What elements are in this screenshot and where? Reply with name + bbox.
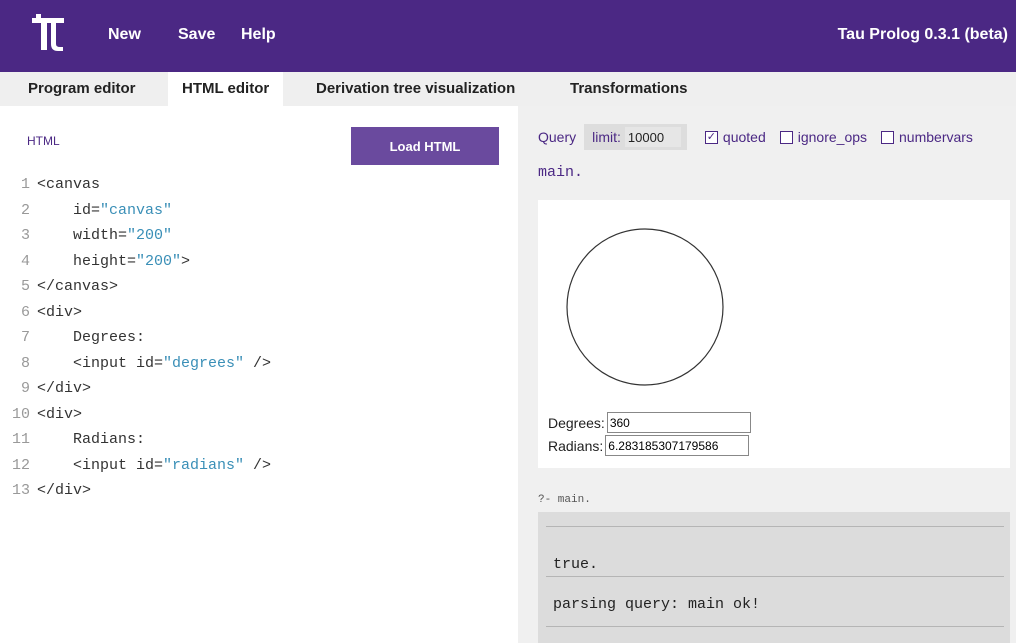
option-ignore-ops[interactable]: ignore_ops: [779, 129, 868, 145]
tab-html-editor[interactable]: HTML editor: [168, 72, 284, 106]
code-string: "radians": [163, 456, 245, 474]
code-text: Degrees:: [37, 329, 146, 346]
tab-program-editor[interactable]: Program editor: [14, 72, 150, 106]
answer-divider: [546, 576, 1004, 577]
degrees-label: Degrees:: [548, 414, 605, 431]
quoted-label: quoted: [722, 129, 766, 145]
html-output: Degrees: Radians:: [538, 200, 1010, 468]
code-line: 2 id="canvas": [0, 198, 518, 224]
tab-transformations[interactable]: Transformations: [556, 72, 702, 106]
tau-logo-icon[interactable]: [30, 14, 66, 52]
editor-label: HTML: [27, 134, 60, 148]
line-number: 4: [20, 252, 30, 270]
radians-input[interactable]: [605, 435, 750, 456]
code-text: <input id=: [37, 354, 164, 372]
ignore-ops-label: ignore_ops: [797, 129, 868, 145]
drawn-circle: [566, 228, 724, 386]
code-line: 6 <div>: [0, 300, 518, 326]
limit-box: limit:: [584, 124, 687, 150]
line-number: 13: [11, 482, 30, 499]
code-line: 1 <canvas: [0, 172, 518, 198]
code-line: 4 height="200">: [0, 249, 518, 275]
code-line: 12 <input id="radians" />: [0, 453, 518, 479]
history-query: ?- main.: [538, 494, 591, 506]
code-line: 7 Degrees:: [0, 325, 518, 351]
line-number: 1: [20, 176, 30, 193]
code-text: width=: [37, 227, 128, 244]
answer-1: true.: [553, 556, 599, 573]
code-text: <div>: [37, 405, 83, 423]
code-line: 11 Radians:: [0, 427, 518, 453]
option-numbervars[interactable]: numbervars: [881, 129, 973, 145]
top-bar: New Save Help Tau Prolog 0.3.1 (beta): [0, 0, 1016, 72]
code-text: </div>: [37, 380, 92, 397]
tab-derivation-tree[interactable]: Derivation tree visualization: [302, 72, 529, 106]
option-quoted[interactable]: ✓ quoted: [704, 129, 766, 145]
code-text: >: [181, 252, 191, 270]
code-string: "degrees": [163, 354, 245, 372]
code-text: />: [244, 456, 272, 474]
line-number: 8: [20, 354, 30, 372]
code-string: "canvas": [100, 201, 173, 219]
radians-label: Radians:: [548, 437, 604, 454]
line-number: 6: [20, 303, 30, 321]
code-text: </div>: [37, 482, 92, 499]
code-line: 8 <input id="degrees" />: [0, 351, 518, 377]
tab-bar: Program editor HTML editor Derivation tr…: [0, 72, 1016, 106]
quoted-checkbox[interactable]: ✓: [704, 130, 718, 144]
menu-help[interactable]: Help: [241, 26, 276, 44]
degrees-row: Degrees:: [548, 412, 751, 433]
code-line: 9 </div>: [0, 376, 518, 402]
answers-panel: true. parsing query: main ok!: [538, 512, 1010, 643]
code-text: />: [244, 354, 272, 372]
menu-new[interactable]: New: [108, 26, 141, 44]
load-html-button[interactable]: Load HTML: [351, 127, 499, 165]
code-line: 10 <div>: [0, 402, 518, 428]
numbervars-checkbox[interactable]: [881, 130, 895, 144]
app-version: Tau Prolog 0.3.1 (beta): [837, 26, 1008, 43]
code-editor[interactable]: 1 <canvas 2 id="canvas" 3 width="200" 4 heig…: [0, 172, 518, 504]
code-text: id=: [37, 201, 101, 219]
answer-divider: [546, 526, 1004, 527]
query-input[interactable]: main.: [538, 164, 583, 181]
code-text: height=: [37, 252, 137, 270]
code-line: 13 </div>: [0, 478, 518, 504]
query-pane: Query limit: ✓ quoted ignore_ops numberv…: [518, 106, 1016, 643]
code-text: <div>: [37, 303, 83, 321]
answer-2: parsing query: main ok!: [553, 596, 761, 613]
line-number: 12: [11, 456, 30, 474]
line-number: 10: [11, 405, 30, 423]
line-number: 5: [20, 278, 30, 295]
answer-divider: [546, 626, 1004, 627]
code-line: 5 </canvas>: [0, 274, 518, 300]
query-options-row: Query limit: ✓ quoted ignore_ops numberv…: [538, 124, 987, 150]
code-string: "200": [127, 227, 173, 244]
radians-row: Radians:: [548, 435, 750, 456]
line-number: 3: [20, 227, 30, 244]
degrees-input[interactable]: [606, 412, 751, 433]
limit-label: limit:: [592, 129, 621, 145]
code-text: Radians:: [37, 431, 146, 448]
line-number: 11: [11, 431, 30, 448]
line-number: 9: [20, 380, 30, 397]
line-number: 7: [20, 329, 30, 346]
code-text: <canvas: [37, 176, 101, 193]
query-label: Query: [538, 129, 577, 145]
code-text: </canvas>: [37, 278, 119, 295]
code-line: 3 width="200": [0, 223, 518, 249]
line-number: 2: [20, 201, 30, 219]
menu-save[interactable]: Save: [178, 26, 215, 44]
numbervars-label: numbervars: [899, 129, 973, 145]
html-editor-pane: HTML Load HTML 1 <canvas 2 id="canvas" 3 wi…: [0, 106, 518, 643]
limit-input[interactable]: [624, 127, 681, 147]
ignore-ops-checkbox[interactable]: [779, 130, 793, 144]
canvas: [566, 228, 724, 386]
code-text: <input id=: [37, 456, 164, 474]
code-string: "200": [136, 252, 182, 270]
